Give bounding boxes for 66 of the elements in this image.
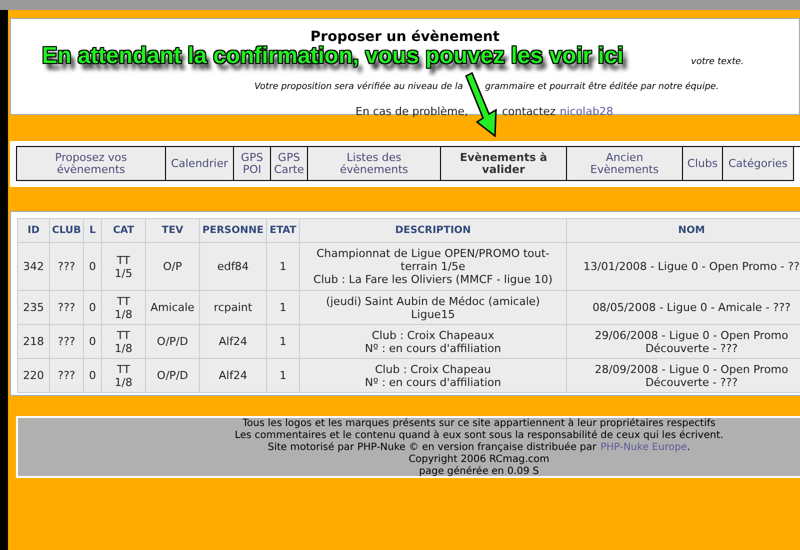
contact-text: En cas de problème,	[356, 104, 468, 120]
table-cell: Club : Croix Chapeau Nº : en cours d'affiliation	[300, 358, 566, 392]
table-cell: O/P/D	[146, 358, 200, 392]
table-cell: 1	[266, 324, 300, 358]
table-cell: 29/06/2008 - Ligue 0 - Open Promo Découverte - ???	[566, 324, 800, 358]
table-cell: 0	[84, 290, 102, 324]
nav-tab[interactable]: Catégories	[723, 147, 794, 181]
footer-text: Tous les logos et les marques présents sur ce site appartiennent à leur propriétaires respectifs	[242, 418, 716, 430]
table-cell: O/P/D	[146, 324, 200, 358]
table-cell: 1	[266, 358, 300, 392]
footer-text: Les commentaires et le contenu quand à eux sont sous la responsabilité de ceux qui les écrivent.	[234, 430, 724, 442]
footer-text: .	[687, 442, 690, 454]
nav-tab[interactable]: Listes des évènements	[308, 147, 441, 181]
footer-text: Copyright 2006 RCmag.com	[408, 454, 550, 466]
table-cell: Alf24	[200, 324, 266, 358]
table-cell: rcpaint	[200, 290, 266, 324]
table-cell: (jeudi) Saint Aubin de Médoc (amicale) Ligue15	[300, 290, 566, 324]
table-cell: Championnat de Ligue OPEN/PROMO tout-terrain 1/5e Club : La Fare les Oliviers (MMCF - ligue 10)	[300, 242, 566, 290]
nav-tab[interactable]: Calendrier	[166, 147, 234, 181]
table-cell: TT 1/8	[102, 358, 146, 392]
table-cell: 218	[18, 324, 50, 358]
table-cell: 1	[266, 242, 300, 290]
nav-tab[interactable]: Ancien Evènements	[567, 147, 683, 181]
footer-text: Site motorisé par PHP-Nuke © en version française distribuée par	[268, 442, 596, 454]
table-cell: TT 1/8	[102, 290, 146, 324]
table-cell: ???	[50, 290, 84, 324]
nav-tab[interactable]: Proposez vos évènements	[17, 147, 166, 181]
table-cell: Amicale	[146, 290, 200, 324]
table-cell: TT 1/8	[102, 324, 146, 358]
column-header: DESCRIPTION	[300, 218, 566, 242]
table-cell: 08/05/2008 - Ligue 0 - Amicale - ???	[566, 290, 800, 324]
table-cell: 220	[18, 358, 50, 392]
table-cell: O/P	[146, 242, 200, 290]
nav-tab[interactable]: GPS POI	[234, 147, 271, 181]
column-header: PERSONNE	[200, 218, 266, 242]
nav-tab[interactable]: Clubs	[683, 147, 723, 181]
table-cell: 235	[18, 290, 50, 324]
column-header: L	[84, 218, 102, 242]
table-cell: 0	[84, 324, 102, 358]
table-cell: 0	[84, 358, 102, 392]
instruction-text: votre texte.	[691, 56, 744, 69]
contact-text: contactez	[502, 104, 556, 120]
column-header: ID	[18, 218, 50, 242]
table-cell: 342	[18, 242, 50, 290]
table-cell: 28/09/2008 - Ligue 0 - Open Promo Découverte - ???	[566, 358, 800, 392]
table-cell: ???	[50, 358, 84, 392]
nav-tab[interactable]: Evènements à valider	[441, 147, 567, 181]
column-header: ETAT	[266, 218, 300, 242]
table-cell: TT 1/5	[102, 242, 146, 290]
nav-tab[interactable]: GPS Carte	[271, 147, 308, 181]
review-note: grammaire et pourrait être éditée par notre équipe.	[485, 80, 719, 94]
table-cell: Club : Croix Chapeaux Nº : en cours d'affiliation	[300, 324, 566, 358]
table-cell: 13/01/2008 - Ligue 0 - Open Promo - ??	[566, 242, 800, 290]
table-cell: 1	[266, 290, 300, 324]
column-header: TEV	[146, 218, 200, 242]
footer-text: page générée en 0.09 S	[419, 466, 539, 478]
table-cell: ???	[50, 324, 84, 358]
table-cell: ???	[50, 242, 84, 290]
column-header: CAT	[102, 218, 146, 242]
table-cell: edf84	[200, 242, 266, 290]
table-cell: 0	[84, 242, 102, 290]
column-header: CLUB	[50, 218, 84, 242]
column-header: NOM	[566, 218, 800, 242]
page-title: Proposer un évènement	[310, 28, 500, 46]
review-note: Votre proposition sera vérifiée au niveau de la	[254, 80, 463, 94]
table-cell: Alf24	[200, 358, 266, 392]
